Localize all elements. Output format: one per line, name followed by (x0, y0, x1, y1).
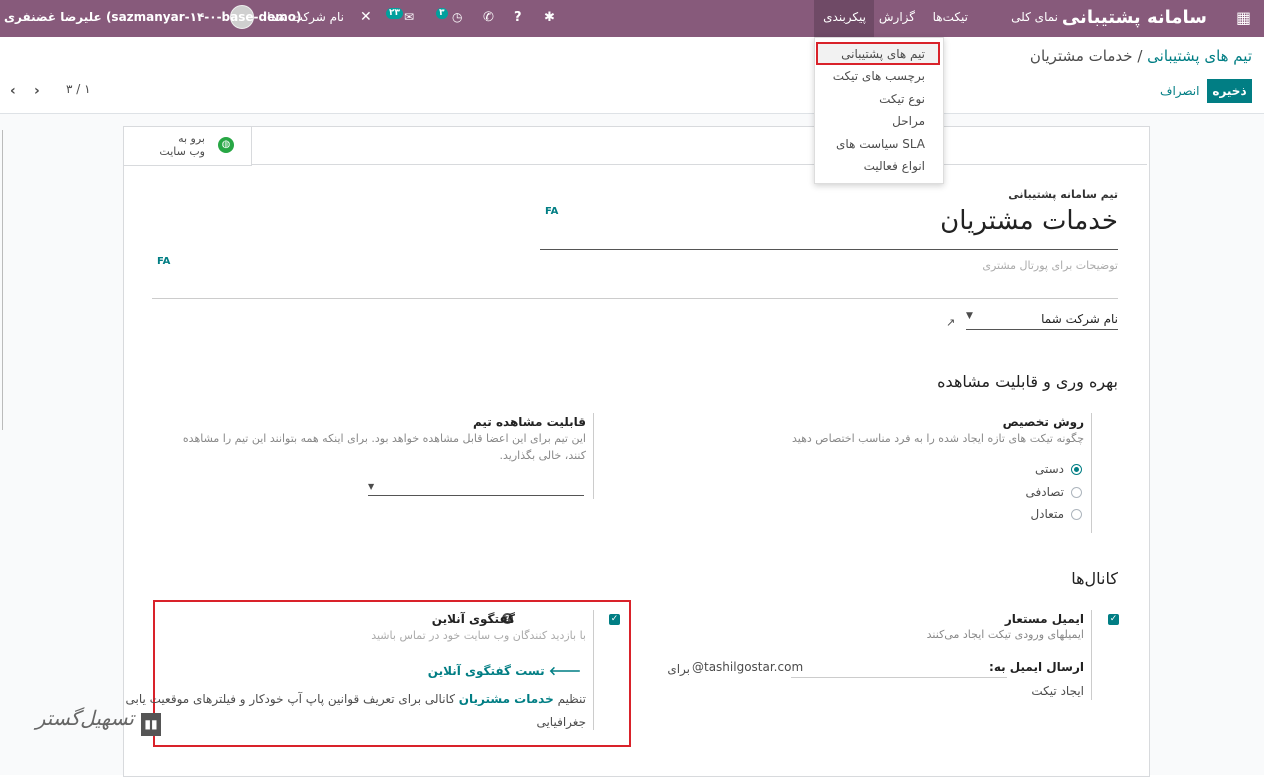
website-button-line2: وب سایت (159, 145, 205, 158)
phone-icon[interactable]: ✆ (483, 0, 494, 37)
dropdown-item-ticket-tags[interactable]: برچسب های تیکت (833, 69, 925, 83)
productivity-section-title: بهره وری و قابلیت مشاهده (937, 372, 1118, 391)
app-title[interactable]: سامانه پشتیبانی (1062, 0, 1207, 37)
livechat-config-suffix: کانالی برای تعریف قوانین پاپ آپ خودکار و… (125, 692, 455, 706)
visibility-desc-line2: کنند، خالی بگذارید. (499, 449, 586, 462)
discard-button[interactable]: انصراف (1160, 84, 1199, 98)
team-name-input[interactable]: خدمات مشتریان (940, 206, 1118, 236)
breadcrumb-current: خدمات مشتریان (1029, 47, 1133, 65)
email-alias-checkbox[interactable]: ✓ (1108, 614, 1119, 625)
company-caret-icon[interactable]: ▼ (966, 311, 973, 321)
menu-reporting[interactable]: گزارش (879, 0, 915, 37)
dropdown-item-sla-policies[interactable]: سیاست های SLA (836, 137, 925, 151)
assign-label-random[interactable]: تصادفی (1026, 485, 1064, 499)
menu-configuration[interactable]: پیکربندی (823, 0, 866, 37)
team-field-label: تیم سامانه پشتیبانی (1008, 188, 1118, 201)
breadcrumb: تیم های پشتیبانی / خدمات مشتریان (1030, 47, 1252, 65)
assign-method-title: روش تخصیص (1002, 415, 1084, 429)
livechat-checkbox[interactable]: ✓ (609, 614, 620, 625)
assign-label-manual[interactable]: دستی (1035, 462, 1064, 476)
dropdown-item-stages[interactable]: مراحل (892, 114, 925, 128)
globe-icon: ◍ (218, 137, 234, 153)
apps-menu-icon[interactable]: ▦ (1236, 0, 1251, 37)
top-navbar: ▦ سامانه پشتیبانی نمای کلی تیکت‌ها گزارش… (0, 0, 1264, 37)
activity-badge: ۳ (436, 8, 448, 19)
external-link-icon[interactable]: ↗ (946, 316, 955, 329)
breadcrumb-parent[interactable]: تیم های پشتیبانی (1147, 47, 1252, 65)
pager-prev-icon[interactable]: ‹ (10, 83, 16, 99)
visibility-caret-icon[interactable]: ▼ (368, 482, 374, 491)
livechat-desc: با بازدید کنندگان وب سایت خود در تماس با… (371, 629, 586, 642)
breadcrumb-separator: / (1137, 47, 1143, 65)
menu-tickets[interactable]: تیکت‌ها (933, 0, 968, 37)
pager-value[interactable]: ۱ / ۳ (66, 82, 91, 96)
description-lang-tag[interactable]: FA (157, 256, 170, 267)
email-alias-title: ایمیل مستعار (1004, 612, 1084, 626)
activity-clock-icon[interactable]: ◷ (452, 0, 462, 37)
description-input[interactable]: توضیحات برای پورتال مشتری (982, 259, 1118, 272)
scrollbar-track[interactable] (2, 130, 3, 430)
company-select[interactable]: نام شرکت شما (1041, 312, 1118, 326)
visibility-select[interactable] (368, 495, 584, 496)
livechat-config-prefix: تنظیم (557, 692, 586, 706)
user-menu[interactable]: علیرضا غضنفری (sazmanyar-۱۴-۰-base-demo) (4, 0, 301, 37)
website-smart-button[interactable]: ◍ برو به وب سایت (124, 127, 252, 166)
assign-radio-random[interactable] (1071, 487, 1082, 498)
dropdown-item-activity-types[interactable]: انواع فعالیت (864, 159, 925, 173)
email-alias-desc: ایمیلهای ورودی تیکت ایجاد می‌کنند (926, 628, 1084, 641)
livechat-config-link[interactable]: خدمات مشتریان (459, 692, 554, 706)
livechat-test-link[interactable]: 🡐 تست گفتگوی آنلاین (428, 663, 581, 678)
website-button-line1: برو به (178, 132, 205, 145)
watermark-text: تسهیل‌گستر (35, 706, 134, 730)
livechat-test-label: تست گفتگوی آنلاین (427, 664, 545, 678)
email-create-select[interactable]: ایجاد تیکت (1031, 684, 1084, 698)
team-name-underline (540, 249, 1118, 250)
visibility-title: قابلیت مشاهده تیم (472, 415, 586, 429)
assign-method-desc: چگونه تیکت های تازه ایجاد شده را به فرد … (792, 432, 1084, 445)
visibility-separator (593, 413, 594, 499)
livechat-separator (593, 610, 594, 730)
assign-radio-manual[interactable] (1071, 464, 1082, 475)
livechat-config-line2: جغرافیایی (536, 715, 586, 729)
livechat-title: گفتگوی آنلاین (431, 612, 515, 626)
livechat-config-text: تنظیم خدمات مشتریان کانالی برای تعریف قو… (125, 692, 586, 706)
website-button-label: برو به وب سایت (159, 132, 205, 158)
description-underline (152, 298, 1118, 299)
company-switch-icon[interactable]: ✕ (360, 0, 372, 37)
save-button[interactable]: ذخیره (1207, 79, 1252, 103)
assign-separator (1091, 413, 1092, 533)
messages-badge: ۲۳ (386, 8, 403, 19)
button-box-divider (251, 164, 1147, 165)
help-icon[interactable]: ? (514, 0, 522, 37)
visibility-desc-line1: این تیم برای این اعضا قابل مشاهده خواهد … (182, 432, 586, 445)
debug-bug-icon[interactable]: ✱ (544, 0, 555, 37)
email-separator (1091, 610, 1092, 700)
configuration-dropdown: تیم های پشتیبانی برچسب های تیکت نوع تیکت… (814, 37, 944, 184)
email-domain: @tashilgostar.com (692, 660, 804, 674)
pager-next-icon[interactable]: › (34, 83, 40, 99)
name-lang-tag[interactable]: FA (545, 206, 558, 217)
dropdown-item-ticket-types[interactable]: نوع تیکت (879, 92, 925, 106)
messages-icon[interactable]: ✉ (404, 0, 414, 37)
company-underline (966, 329, 1118, 330)
email-for-label: برای (667, 662, 690, 676)
dropdown-item-helpdesk-teams[interactable]: تیم های پشتیبانی (841, 47, 925, 61)
watermark-logo-icon: ▮▮ (141, 713, 161, 736)
assign-label-balanced[interactable]: متعادل (1030, 507, 1064, 521)
channels-section-title: کانال‌ها (1071, 569, 1118, 588)
email-alias-input[interactable] (791, 660, 1007, 678)
assign-radio-balanced[interactable] (1071, 509, 1082, 520)
arrow-left-icon: 🡐 (548, 664, 581, 678)
menu-overview[interactable]: نمای کلی (1011, 0, 1058, 37)
